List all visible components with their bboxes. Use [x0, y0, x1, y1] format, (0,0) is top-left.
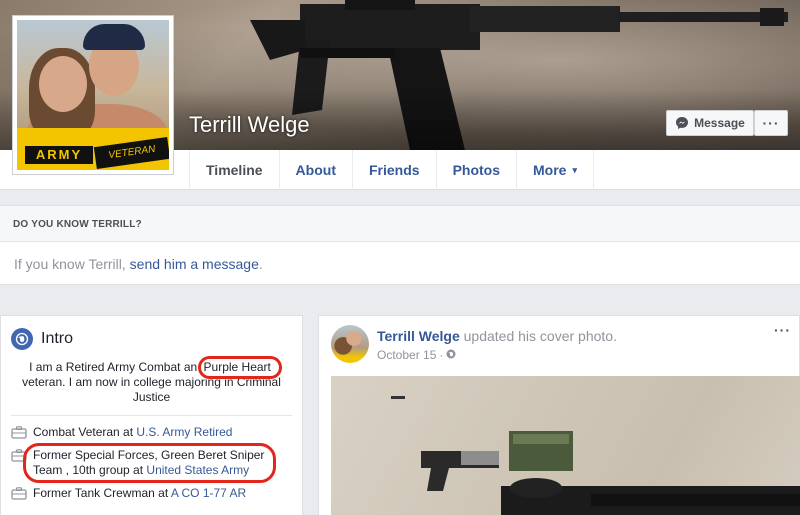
tab-photos[interactable]: Photos — [437, 150, 518, 190]
briefcase-icon — [11, 487, 27, 500]
tab-label: Friends — [368, 162, 420, 178]
globe-icon — [11, 328, 33, 350]
bio-text-1: I am a Retired Army Combat an — [29, 360, 201, 374]
tab-label: About — [295, 162, 336, 178]
tab-timeline[interactable]: Timeline — [189, 150, 280, 190]
do-you-know-heading: DO YOU KNOW TERRILL? — [0, 206, 800, 242]
work-item-prefix: Combat Veteran at — [33, 425, 137, 439]
tab-friends[interactable]: Friends — [353, 150, 437, 190]
work-item-link[interactable]: U.S. Army Retired — [136, 425, 232, 439]
tab-label: Photos — [452, 162, 501, 178]
post-meta-separator: · — [439, 348, 444, 362]
tab-about[interactable]: About — [280, 150, 353, 190]
avatar-face-shape — [39, 56, 87, 112]
message-button-label: Message — [694, 116, 745, 130]
post-card: Terrill Welge updated his cover photo. O… — [318, 315, 800, 515]
work-item-text: Former Tank Crewman at A CO 1-77 AR — [33, 486, 246, 501]
work-item-link[interactable]: United States Army — [146, 463, 249, 477]
profile-picture[interactable]: ARMY VETERAN — [12, 15, 174, 175]
messenger-icon — [676, 117, 689, 129]
message-button[interactable]: Message — [666, 110, 754, 136]
intro-title: Intro — [41, 330, 74, 347]
tab-label: Timeline — [206, 162, 263, 178]
list-item: Former Special Forces, Green Beret Snipe… — [11, 443, 292, 483]
intro-work-list: Combat Veteran at U.S. Army Retired Form… — [1, 416, 302, 501]
avatar-cap-shape — [83, 24, 145, 50]
post-author-avatar[interactable] — [331, 325, 369, 363]
profile-picture-image: ARMY VETERAN — [17, 20, 169, 170]
more-options-button[interactable]: ··· — [754, 110, 788, 136]
list-item: Combat Veteran at U.S. Army Retired — [11, 425, 292, 440]
chevron-down-icon: ▾ — [572, 164, 577, 175]
work-item-text: Combat Veteran at U.S. Army Retired — [33, 425, 232, 440]
send-message-link[interactable]: send him a message — [130, 256, 259, 272]
intro-header: Intro — [1, 316, 302, 350]
post-options-button[interactable]: ··· — [774, 322, 791, 338]
bio-highlight-purple-heart: Purple Heart — [197, 356, 283, 379]
army-badge: ARMY — [25, 146, 93, 164]
work-item-prefix: Former Special Forces, Green Beret Snipe… — [33, 448, 265, 477]
profile-tabs: Timeline About Friends Photos More ▾ — [189, 150, 594, 190]
intro-bio: I am a Retired Army Combat an Purple Hea… — [1, 350, 302, 405]
do-you-know-text: If you know Terrill, send him a message. — [0, 242, 800, 272]
tab-more[interactable]: More ▾ — [517, 150, 594, 190]
post-photo[interactable] — [331, 376, 800, 515]
intro-card: Intro I am a Retired Army Combat an Purp… — [0, 315, 303, 515]
list-item: Former Tank Crewman at A CO 1-77 AR — [11, 486, 292, 501]
post-author-name[interactable]: Terrill Welge — [377, 328, 460, 344]
post-meta: October 15 · — [377, 348, 456, 362]
post-date[interactable]: October 15 — [377, 348, 436, 362]
guns-photo-image — [391, 396, 800, 515]
post-action-text: updated his cover photo. — [459, 328, 617, 344]
bio-text-2: veteran. I am now in college majoring in… — [22, 375, 281, 404]
briefcase-icon — [11, 426, 27, 439]
profile-name[interactable]: Terrill Welge — [189, 112, 310, 138]
do-you-know-suffix: . — [258, 256, 263, 272]
work-item-link[interactable]: A CO 1-77 AR — [171, 486, 246, 500]
tab-label: More — [533, 162, 567, 178]
post-header: Terrill Welge updated his cover photo. — [377, 328, 617, 344]
work-item-text: Former Special Forces, Green Beret Snipe… — [23, 443, 292, 483]
do-you-know-box: DO YOU KNOW TERRILL? If you know Terrill… — [0, 205, 800, 285]
work-item-prefix: Former Tank Crewman at — [33, 486, 171, 500]
globe-icon — [446, 349, 456, 362]
do-you-know-prefix: If you know Terrill, — [14, 256, 130, 272]
